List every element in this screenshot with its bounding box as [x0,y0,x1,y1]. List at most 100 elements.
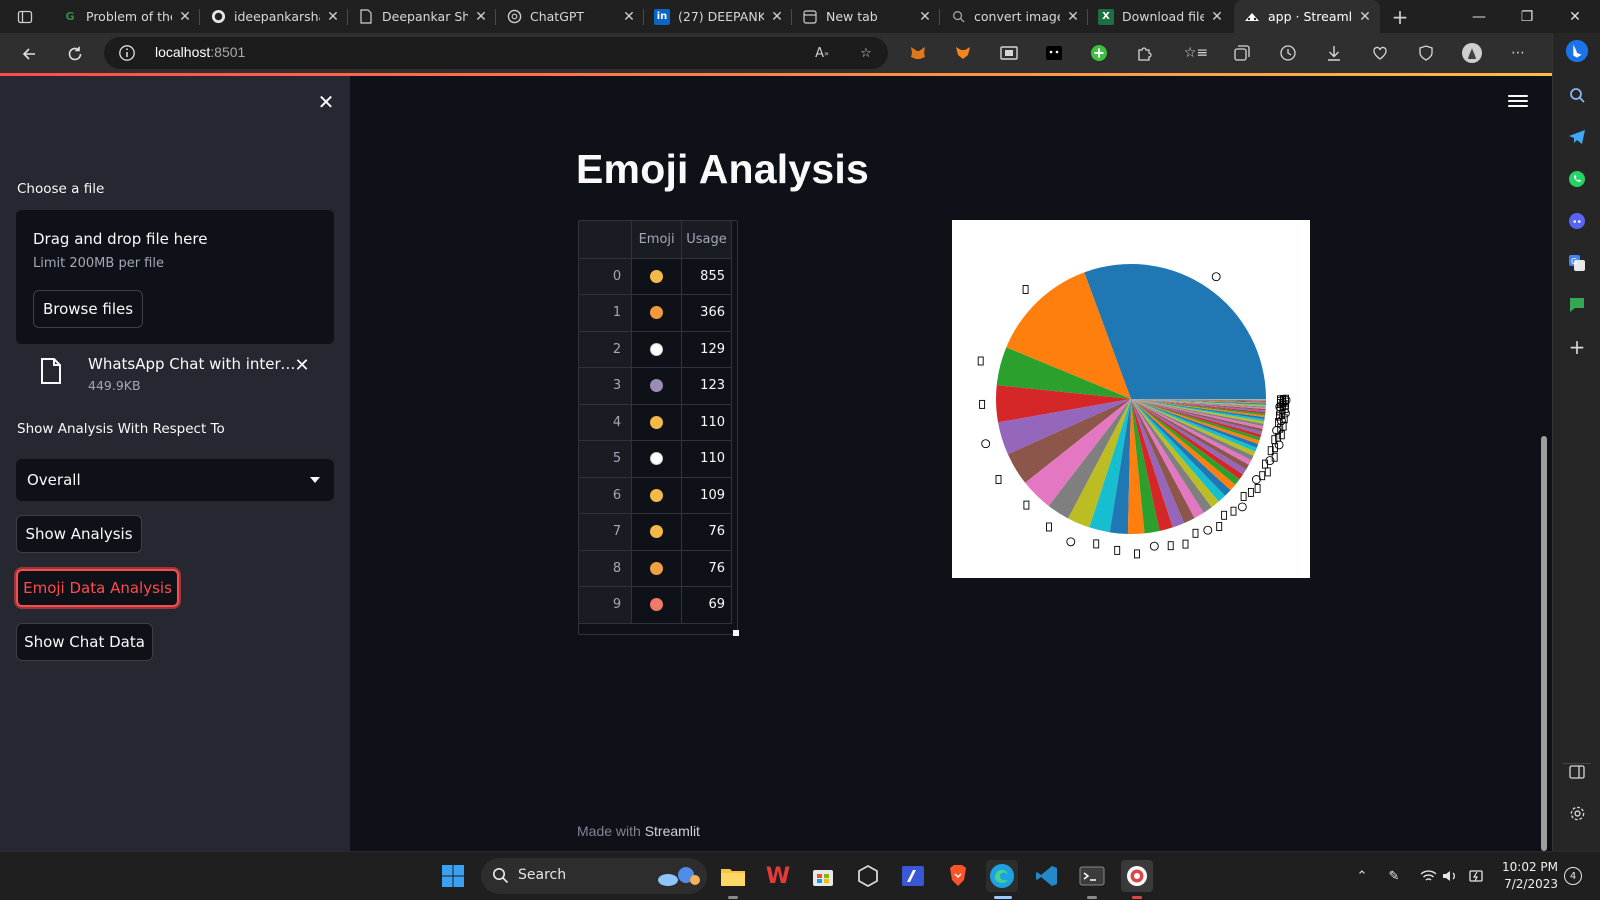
notification-badge[interactable]: 4 [1564,867,1582,885]
close-tab-icon[interactable]: ✕ [916,9,934,25]
usage-cell[interactable]: 123 [681,367,732,405]
usage-cell[interactable]: 366 [681,294,732,332]
usage-cell[interactable]: 76 [681,513,732,551]
usage-cell[interactable]: 109 [681,477,732,514]
discord-icon[interactable] [1565,209,1589,233]
windows-start-icon[interactable] [437,860,469,892]
table-row[interactable]: 3 123 [579,367,732,405]
emoji-data-analysis-button[interactable]: Emoji Data Analysis [16,569,179,607]
main-scrollbar[interactable] [1536,76,1552,851]
browse-files-button[interactable]: Browse files [33,290,143,328]
table-row[interactable]: 2 129 [579,331,732,368]
table-row[interactable]: 5 110 [579,440,732,478]
wifi-icon[interactable] [1418,866,1438,886]
table-row[interactable]: 9 69 [579,586,732,624]
back-icon[interactable] [15,40,43,68]
browser-tab[interactable]: convert image ✕ [940,0,1088,33]
close-tab-icon[interactable]: ✕ [768,9,786,25]
emoji-cell[interactable] [631,477,683,514]
restore-icon[interactable]: ❐ [1504,0,1550,33]
window-close-icon[interactable]: ✕ [1552,0,1598,33]
close-tab-icon[interactable]: ✕ [176,9,194,25]
performance-icon[interactable] [1368,41,1392,65]
fox-extension-icon[interactable] [951,41,975,65]
emoji-header[interactable]: Emoji [631,221,683,259]
emoji-cell[interactable] [631,586,683,624]
brave-icon[interactable] [942,860,974,892]
table-row[interactable]: 6 109 [579,477,732,514]
new-tab-button[interactable]: + [1388,5,1412,29]
favorites-icon[interactable]: ☆≡ [1184,41,1208,65]
powerapps-icon[interactable] [897,860,929,892]
history-icon[interactable] [1276,41,1300,65]
show-chat-data-button[interactable]: Show Chat Data [16,623,153,661]
usage-header[interactable]: Usage [681,221,732,259]
tab-actions-icon[interactable] [12,5,38,29]
usage-cell[interactable]: 855 [681,258,732,295]
close-tab-icon[interactable]: ✕ [620,9,638,25]
search-icon[interactable] [1565,83,1589,107]
dataframe-resize-handle[interactable] [733,630,739,636]
unity-icon[interactable] [852,860,884,892]
emoji-dataframe[interactable]: Emoji Usage 0 855 1 366 2 129 3 123 4 110 5 110 6 109… [578,220,738,635]
show-hidden-icons-icon[interactable]: ⌃ [1352,866,1372,886]
file-explorer-icon[interactable] [717,860,749,892]
add-sidebar-app-icon[interactable]: + [1565,335,1589,359]
whatsapp-icon[interactable] [1565,167,1589,191]
dark-extension-icon[interactable] [1042,41,1066,65]
browser-tab-active[interactable]: app · Streamlit ✕ [1234,0,1380,33]
close-tab-icon[interactable]: ✕ [1064,9,1082,25]
usage-cell[interactable]: 76 [681,550,732,587]
emoji-cell[interactable] [631,513,683,551]
browser-tab[interactable]: Deepankar Sh ✕ [348,0,496,33]
system-clock[interactable]: 10:02 PM 7/2/2023 [1500,859,1558,893]
analysis-select[interactable]: Overall [16,459,334,501]
screen-capture-icon[interactable] [997,41,1021,65]
usage-cell[interactable]: 110 [681,404,732,441]
emoji-cell[interactable] [631,404,683,441]
table-row[interactable]: 0 855 [579,258,732,295]
minimize-icon[interactable]: — [1456,0,1502,33]
show-analysis-button[interactable]: Show Analysis [16,515,142,553]
sidebar-settings-icon[interactable] [1565,801,1589,825]
battery-icon[interactable] [1466,866,1486,886]
browser-tab[interactable]: ideepankarsha ✕ [200,0,348,33]
bing-copilot-icon[interactable] [1565,39,1589,63]
table-row[interactable]: 8 76 [579,550,732,587]
streamlit-link[interactable]: Streamlit [645,823,700,839]
browser-tab[interactable]: G Problem of the ✕ [52,0,200,33]
obs-recorder-icon[interactable] [1121,860,1153,892]
google-translate-icon[interactable]: G [1565,251,1589,275]
add-extension-icon[interactable] [1087,41,1111,65]
file-dropzone[interactable]: Drag and drop file here Limit 200MB per … [16,210,334,344]
collections-icon[interactable] [1230,41,1254,65]
usage-cell[interactable]: 129 [681,331,732,368]
emoji-cell[interactable] [631,367,683,405]
pen-icon[interactable]: ✎ [1384,866,1404,886]
wps-office-icon[interactable]: W [762,860,794,892]
google-chat-icon[interactable] [1565,293,1589,317]
emoji-cell[interactable] [631,550,683,587]
telegram-icon[interactable] [1565,125,1589,149]
table-row[interactable]: 7 76 [579,513,732,551]
browser-tab[interactable]: ChatGPT ✕ [496,0,644,33]
usage-cell[interactable]: 69 [681,586,732,624]
terminal-icon[interactable] [1076,860,1108,892]
refresh-icon[interactable] [61,40,89,68]
vscode-icon[interactable] [1031,860,1063,892]
browser-tab[interactable]: New tab ✕ [792,0,940,33]
microsoft-store-icon[interactable] [807,860,839,892]
close-tab-icon[interactable]: ✕ [1208,9,1226,25]
profile-avatar[interactable] [1460,41,1484,65]
taskbar-search[interactable]: Search [481,858,707,894]
edge-icon[interactable] [986,860,1018,892]
site-info-icon[interactable] [118,44,136,62]
table-row[interactable]: 1 366 [579,294,732,332]
emoji-cell[interactable] [631,294,683,332]
close-tab-icon[interactable]: ✕ [324,9,342,25]
emoji-cell[interactable] [631,440,683,478]
main-menu-icon[interactable] [1508,92,1528,112]
browser-tab[interactable]: in (27) DEEPANK ✕ [644,0,792,33]
url-field[interactable]: localhost:8501 A» ☆ [104,37,888,69]
usage-cell[interactable]: 110 [681,440,732,478]
